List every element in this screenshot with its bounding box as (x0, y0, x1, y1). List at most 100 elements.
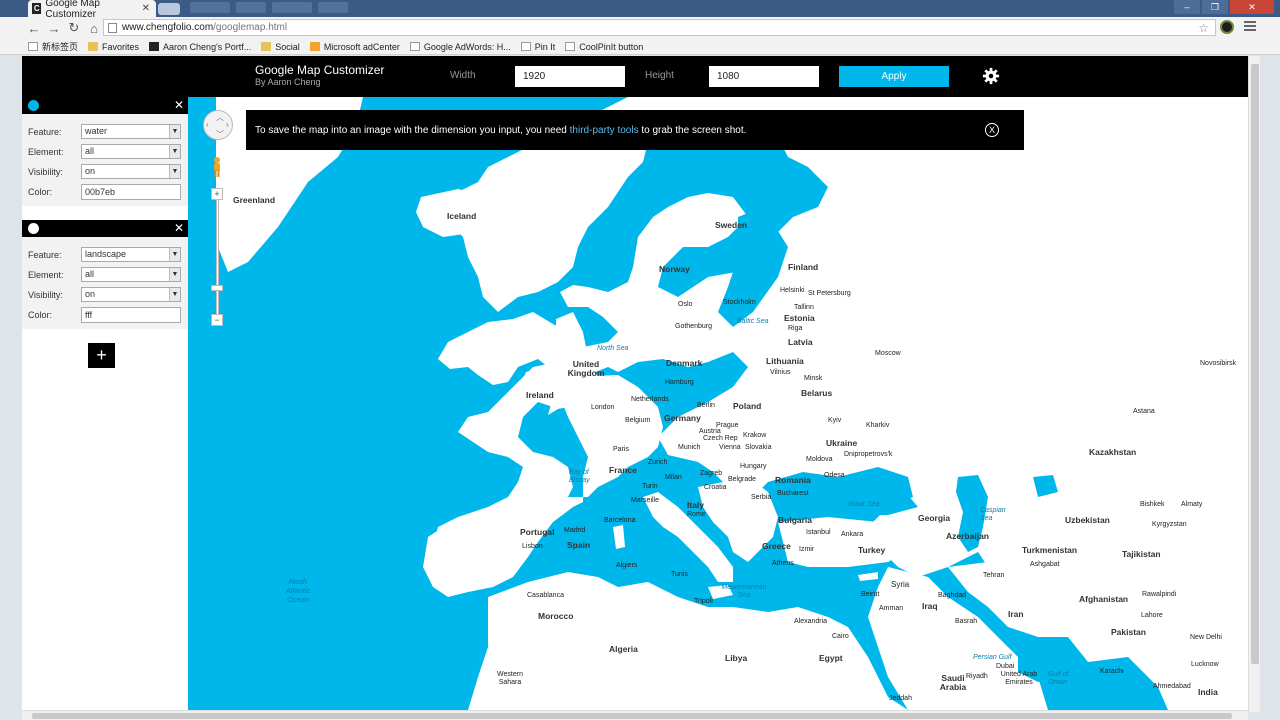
map-label-country: Tajikistan (1122, 549, 1161, 559)
forward-arrow-icon[interactable]: → (44, 18, 64, 38)
map-label-country: Egypt (819, 653, 843, 663)
map-label-country: Hungary (740, 463, 767, 470)
add-style-button[interactable]: + (88, 343, 115, 368)
map-label-city: Turin (642, 483, 658, 490)
pan-down-icon[interactable]: ﹀ (216, 129, 224, 140)
reload-icon[interactable]: ↻ (64, 18, 84, 38)
zoom-slider-thumb[interactable] (211, 285, 223, 291)
url-host: www.chengfolio.com (122, 22, 214, 33)
map-label-sea: Persian Gulf (973, 654, 1012, 661)
bookmark-item[interactable]: Pin It (520, 42, 555, 52)
element-label: Element: (28, 146, 64, 157)
map-label-city: Kyiv (828, 417, 842, 424)
taskbar-blurred (190, 2, 348, 13)
map-label-country: Norway (659, 264, 690, 274)
element-select[interactable]: all ▼ (81, 144, 181, 159)
remove-style-icon[interactable]: ✕ (174, 98, 184, 112)
map-label-city: Krakow (743, 432, 767, 439)
bookmark-item[interactable]: Aaron Cheng's Portf... (149, 42, 251, 52)
bookmark-star-icon[interactable]: ☆ (1198, 21, 1209, 35)
extension-icon[interactable] (1220, 20, 1234, 34)
pan-up-icon[interactable]: ︿ (216, 112, 224, 123)
app-title: Google Map Customizer (255, 63, 385, 77)
bookmark-label: Aaron Cheng's Portf... (163, 41, 252, 52)
bookmark-item[interactable]: Microsoft adCenter (309, 41, 400, 52)
pegman-icon[interactable] (211, 156, 223, 178)
feature-select[interactable]: landscape ▼ (81, 247, 181, 262)
map-label-country: Netherlands (631, 396, 669, 403)
map-label-country: Pakistan (1111, 627, 1146, 637)
apply-button[interactable]: Apply (839, 66, 949, 87)
pan-control[interactable]: ︿ ﹀ ‹ › (203, 110, 233, 140)
address-bar[interactable]: www.chengfolio.com/googlemap.html ☆ (103, 19, 1216, 36)
home-icon[interactable]: ⌂ (84, 18, 104, 38)
map-label-ocean: North Atlantic Ocean (285, 577, 311, 604)
chevron-down-icon: ▼ (169, 248, 180, 261)
horizontal-scrollbar[interactable] (22, 710, 1248, 720)
bookmark-item[interactable]: CoolPinIt button (565, 42, 643, 52)
map-label-city: Beirut (861, 591, 880, 598)
map-label-city: Athens (772, 560, 794, 567)
bookmark-item[interactable]: Social (261, 42, 300, 52)
bookmark-label: Microsoft adCenter (323, 41, 400, 52)
vertical-scrollbar[interactable] (1248, 56, 1260, 712)
map-label-country: United Arab Emirates (1000, 671, 1038, 686)
window-close-icon[interactable]: ✕ (1230, 0, 1274, 14)
map-label-city: London (591, 404, 615, 411)
color-input[interactable]: fff (81, 307, 181, 323)
feature-select[interactable]: water ▼ (81, 124, 181, 139)
tab-close-icon[interactable]: ✕ (142, 3, 150, 14)
browser-menu-icon[interactable] (1244, 21, 1256, 33)
notice-text: To save the map into an image with the d… (255, 124, 567, 136)
back-arrow-icon[interactable]: ← (24, 18, 44, 38)
color-input[interactable]: 00b7eb (81, 184, 181, 200)
pan-left-icon[interactable]: ‹ (206, 120, 209, 129)
map-label-country: Spain (567, 540, 591, 550)
map-label-city: Prague (716, 422, 739, 429)
map-label-sea: Mediterranean Sea (721, 584, 767, 599)
map-label-city: Minsk (804, 375, 823, 382)
page-icon (565, 42, 576, 51)
visibility-select[interactable]: on ▼ (81, 164, 181, 179)
map-label-country: Ukraine (826, 438, 858, 448)
map-label-country: Greece (762, 541, 791, 551)
tab-google-map-customizer[interactable]: C Google Map Customizer ✕ (28, 0, 156, 20)
pan-right-icon[interactable]: › (226, 120, 229, 129)
map-label-city: Almaty (1181, 501, 1203, 508)
bookmark-item[interactable]: Favorites (88, 42, 139, 52)
bookmark-label: Favorites (102, 41, 140, 52)
chevron-down-icon: ▼ (169, 268, 180, 281)
zoom-slider-track[interactable] (216, 200, 219, 315)
feature-row: Feature: landscape ▼ (28, 247, 181, 262)
visibility-select[interactable]: on ▼ (81, 287, 181, 302)
map-label-country: Iceland (447, 211, 477, 221)
bookmark-item[interactable]: 新标签页 (28, 40, 78, 53)
vertical-scrollbar-thumb[interactable] (1251, 64, 1259, 664)
zoom-out-button[interactable]: − (211, 314, 223, 326)
maximize-icon[interactable]: ❐ (1202, 0, 1228, 14)
map-label-sea: Black Sea (848, 501, 880, 508)
remove-style-icon[interactable]: ✕ (174, 221, 184, 235)
new-tab-button[interactable] (158, 3, 180, 15)
map-label-country: Slovakia (745, 444, 772, 451)
style-block-water: ✕ Feature: water ▼ Element: all ▼ Visibili… (22, 97, 188, 206)
map-label-city: Basrah (955, 618, 978, 625)
horizontal-scrollbar-thumb[interactable] (32, 713, 1232, 719)
map-label-country: Algeria (609, 644, 638, 654)
height-input[interactable] (709, 66, 819, 87)
map-label-city: Tunis (671, 571, 688, 578)
element-select[interactable]: all ▼ (81, 267, 181, 282)
zoom-in-button[interactable]: + (211, 188, 223, 200)
feature-value: water (85, 126, 108, 136)
map-label-country: Austria (699, 428, 721, 435)
bookmark-item[interactable]: Google AdWords: H... (409, 42, 511, 52)
notice-close-button[interactable]: X (985, 123, 999, 137)
map-label-city: Rome (687, 511, 706, 518)
feature-row: Feature: water ▼ (28, 124, 181, 139)
minimize-icon[interactable]: – (1174, 0, 1200, 14)
third-party-tools-link[interactable]: third-party tools (570, 125, 639, 136)
map-canvas[interactable]: Greenland Iceland Sweden Norway Finland … (188, 97, 1248, 710)
width-input[interactable] (515, 66, 625, 87)
site-favicon-icon: C (32, 3, 42, 14)
gear-icon[interactable] (982, 67, 1000, 85)
